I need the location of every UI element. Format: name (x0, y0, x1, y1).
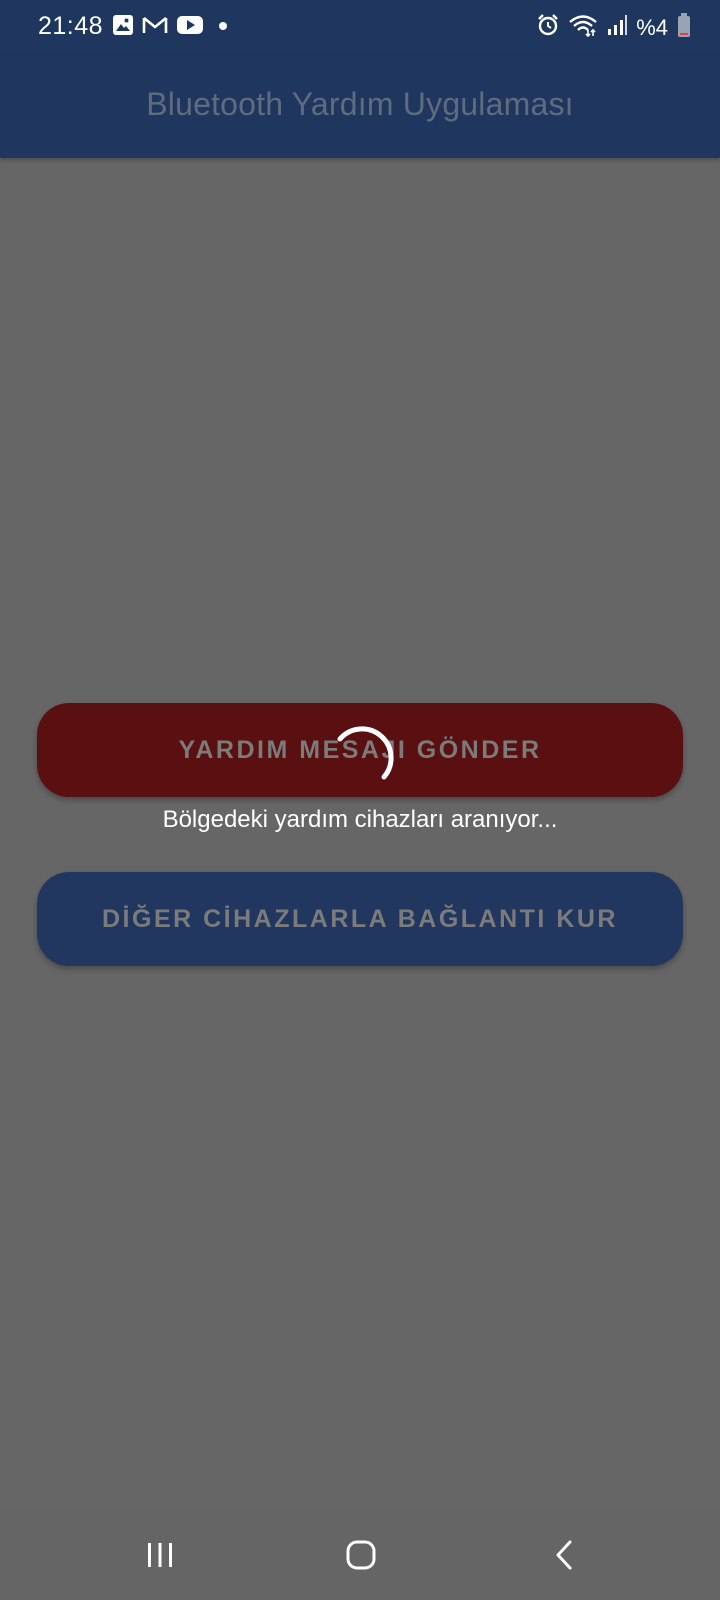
search-status-text: Bölgedeki yardım cihazları aranıyor... (162, 806, 558, 833)
status-bar: 21:48 %4 (0, 0, 720, 56)
dot-icon (212, 14, 234, 41)
app-bar: Bluetooth Yardım Uygulaması (0, 56, 720, 158)
screen: 21:48 %4 Bluetooth Yardım Uygulaması YAR… (0, 0, 720, 1600)
connect-devices-label: DİĞER CİHAZLARLA BAĞLANTI KUR (102, 904, 618, 933)
battery-icon (676, 12, 692, 43)
gallery-icon (112, 14, 134, 41)
signal-icon (606, 13, 628, 42)
status-time: 21:48 (38, 12, 104, 40)
gmail-icon (142, 14, 168, 41)
home-button[interactable] (331, 1530, 391, 1580)
system-icons: %4 (536, 12, 692, 43)
wifi-icon (568, 13, 598, 42)
notification-icons (112, 14, 234, 41)
navigation-bar (0, 1510, 720, 1600)
connect-devices-button[interactable]: DİĞER CİHAZLARLA BAĞLANTI KUR (37, 872, 683, 966)
alarm-icon (536, 13, 560, 42)
home-icon (346, 1540, 376, 1570)
recent-apps-icon (148, 1543, 172, 1567)
back-button[interactable] (535, 1530, 595, 1580)
back-icon (556, 1540, 572, 1570)
loading-spinner-icon (337, 726, 394, 780)
battery-percent: %4 (636, 14, 668, 40)
youtube-icon (176, 14, 204, 41)
app-title: Bluetooth Yardım Uygulaması (146, 86, 574, 122)
recent-apps-button[interactable] (130, 1530, 190, 1580)
